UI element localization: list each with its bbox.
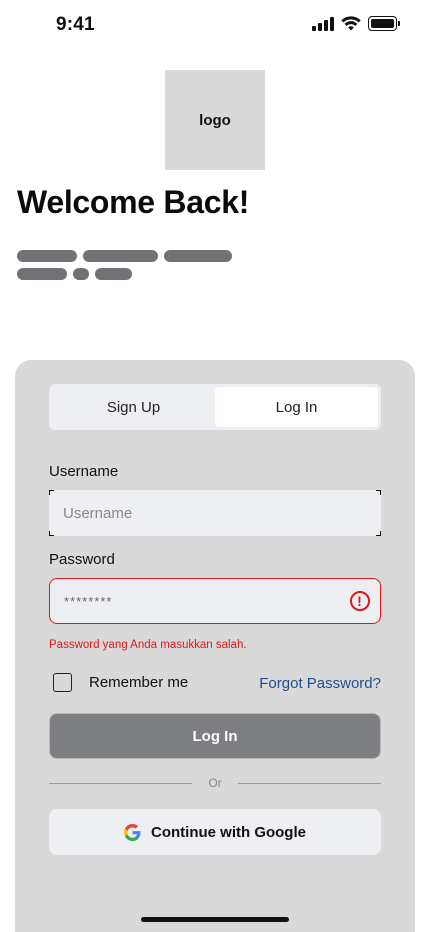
forgot-password-link[interactable]: Forgot Password?	[259, 675, 381, 692]
error-icon: !	[350, 591, 370, 611]
tab-sign-up[interactable]: Sign Up	[52, 387, 215, 427]
login-card: Sign Up Log In Username Username Passwor…	[15, 360, 415, 932]
username-label: Username	[49, 463, 119, 480]
username-field[interactable]: Username	[49, 490, 381, 536]
skeleton-bar	[73, 268, 89, 280]
logo: logo	[165, 70, 265, 170]
logo-text: logo	[199, 111, 231, 129]
tab-log-in[interactable]: Log In	[215, 387, 378, 427]
status-bar: 9:41	[0, 0, 430, 50]
password-label: Password	[49, 551, 115, 568]
password-error-message: Password yang Anda masukkan salah.	[49, 639, 247, 651]
skeleton-bar	[17, 268, 67, 280]
home-indicator	[141, 917, 289, 922]
auth-tabs: Sign Up Log In	[49, 384, 381, 430]
password-field[interactable]: ******** !	[49, 578, 381, 624]
remember-me-label: Remember me	[89, 674, 189, 691]
remember-me-checkbox[interactable]	[53, 673, 72, 692]
password-value: ********	[64, 593, 113, 609]
divider-line	[49, 782, 192, 784]
page-title: Welcome Back!	[17, 184, 250, 220]
skeleton-bar	[83, 250, 158, 262]
status-icons	[312, 16, 400, 31]
log-in-button[interactable]: Log In	[49, 713, 381, 759]
skeleton-bar	[95, 268, 132, 280]
status-time: 9:41	[56, 14, 95, 35]
google-button-label: Continue with Google	[151, 823, 306, 841]
subtitle-placeholder	[17, 250, 232, 286]
divider-line	[238, 782, 381, 784]
or-divider: Or	[49, 776, 381, 790]
remember-me[interactable]: Remember me	[53, 673, 188, 692]
skeleton-bar	[164, 250, 232, 262]
divider-text: Or	[208, 776, 222, 790]
continue-with-google-button[interactable]: Continue with Google	[49, 809, 381, 855]
skeleton-bar	[17, 250, 77, 262]
battery-icon	[368, 16, 400, 31]
wifi-icon	[341, 16, 361, 31]
google-icon	[124, 823, 141, 841]
cellular-signal-icon	[312, 16, 334, 31]
